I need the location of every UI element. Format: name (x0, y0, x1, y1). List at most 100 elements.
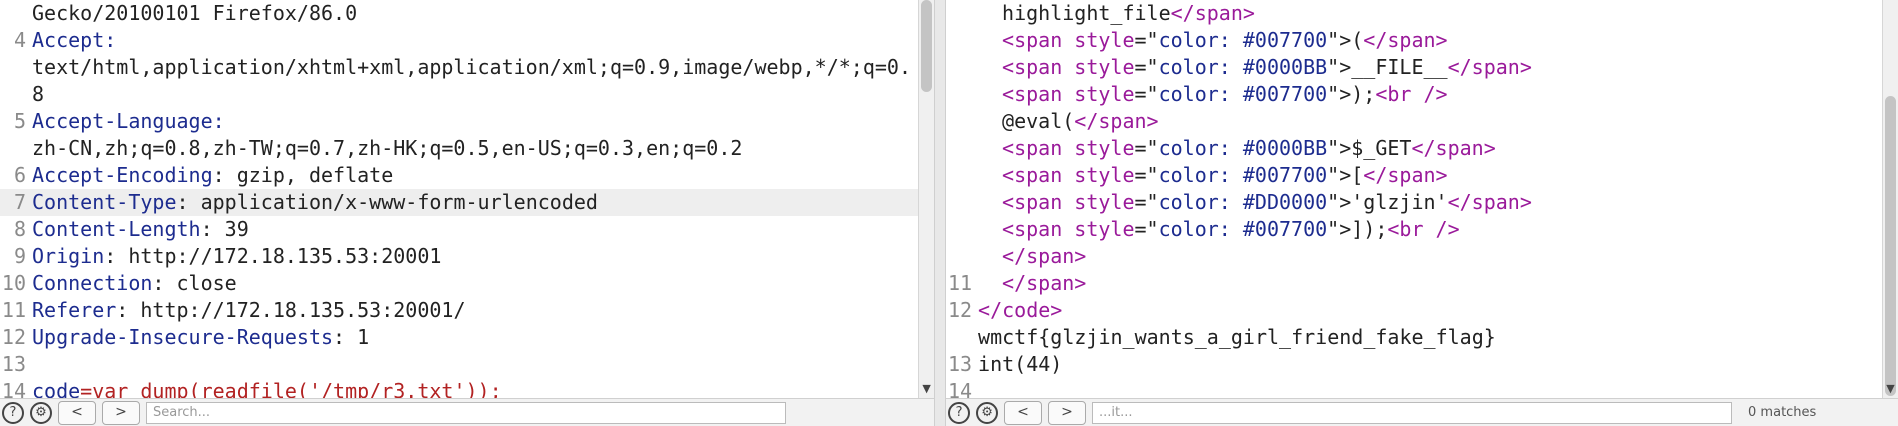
code-token: </span> (1002, 244, 1087, 268)
line-number (946, 324, 978, 351)
line-number: 7 (13, 190, 26, 214)
code-token: <span (1002, 136, 1075, 160)
line-number (0, 135, 32, 162)
line-number (0, 81, 32, 108)
code-token: : close (152, 271, 237, 295)
settings-icon[interactable]: ⚙ (976, 401, 999, 424)
code-token: <span (1002, 217, 1075, 241)
request-line: 11 Referer: http://172.18.135.53:20001/ (0, 297, 918, 324)
code-token: color: #DD0000 (1158, 190, 1328, 214)
code-token: style (1074, 28, 1135, 52)
response-line: <span style="color: #007700">(</span> (946, 27, 1882, 54)
line-content: <span style="color: #007700">(</span> (978, 27, 1882, 54)
response-line: 14 (946, 378, 1882, 398)
next-match-button[interactable]: > (102, 400, 140, 425)
code-token: color: #007700 (1158, 28, 1328, 52)
code-token: =" (1134, 217, 1159, 241)
line-content: </span> (978, 243, 1882, 270)
previous-match-button[interactable]: < (1004, 400, 1043, 425)
code-token: : 1 (333, 325, 370, 349)
line-content: <span style="color: #007700">]);<br /> (978, 216, 1882, 243)
line-number: 10 (1, 271, 26, 295)
help-icon[interactable]: ? (948, 401, 971, 424)
code-token: ">$_GET (1327, 136, 1412, 160)
request-line: 12 Upgrade-Insecure-Requests: 1 (0, 324, 918, 351)
line-number (0, 0, 32, 27)
line-number: 9 (13, 244, 26, 268)
code-token: ">'glzjin' (1327, 190, 1448, 214)
code-token: style (1074, 55, 1135, 79)
request-editor[interactable]: Gecko/20100101 Firefox/86.0 4 Accept: text/… (0, 0, 919, 398)
code-token: Accept-Encoding (32, 163, 213, 187)
line-content: <span style="color: #DD0000">'glzjin'</s… (978, 189, 1882, 216)
code-token: color: #007700 (1158, 163, 1328, 187)
request-search-input[interactable]: Search... (146, 401, 786, 424)
previous-match-button[interactable]: < (58, 400, 96, 425)
line-content: Referer: http://172.18.135.53:20001/ (32, 297, 918, 324)
code-token: color: #0000BB (1158, 55, 1328, 79)
code-token: code (32, 379, 81, 398)
line-content: <span style="color: #0000BB">__FILE__</s… (978, 54, 1882, 81)
line-content: </span> (978, 270, 1882, 297)
request-scrollbar[interactable]: ▼ (918, 0, 935, 398)
response-search-input[interactable]: ...it... (1092, 401, 1733, 424)
code-token: <span (1002, 55, 1075, 79)
code-token: </span> (1074, 109, 1159, 133)
match-count: 0 matches (1748, 405, 1817, 420)
response-line: <span style="color: #0000BB">__FILE__</s… (946, 54, 1882, 81)
line-number (946, 108, 978, 135)
code-token: <br /> (1375, 82, 1448, 106)
line-content: wmctf{glzjin_wants_a_girl_friend_fake_fl… (978, 324, 1882, 351)
response-editor[interactable]: highlight_file</span> <span style="color:… (946, 0, 1882, 398)
pane-divider[interactable] (934, 0, 947, 426)
line-number (946, 135, 978, 162)
scroll-down-icon[interactable]: ▼ (1883, 380, 1898, 398)
line-content: @eval(</span> (978, 108, 1882, 135)
code-token: Origin (32, 244, 105, 268)
line-content: </code> (978, 297, 1882, 324)
response-line: <span style="color: #007700">);<br /> (946, 81, 1882, 108)
code-token: ">); (1327, 82, 1376, 106)
code-token: </span> (1170, 1, 1255, 25)
line-content: 8 (32, 81, 918, 108)
line-number: 11 (947, 271, 973, 295)
line-content: Origin: http://172.18.135.53:20001 (32, 243, 918, 270)
code-token: Gecko/20100101 Firefox/86.0 (32, 1, 358, 25)
line-content: <span style="color: #007700">[</span> (978, 162, 1882, 189)
response-scrollbar[interactable]: ▼ (1882, 0, 1898, 398)
line-content: Content-Type: application/x-www-form-url… (32, 189, 918, 216)
line-content: zh-CN,zh;q=0.8,zh-TW;q=0.7,zh-HK;q=0.5,e… (32, 135, 918, 162)
line-number (946, 81, 978, 108)
request-line: 6 Accept-Encoding: gzip, deflate (0, 162, 918, 189)
response-line: <span style="color: #DD0000">'glzjin'</s… (946, 189, 1882, 216)
code-token: =" (1134, 163, 1159, 187)
line-content: Accept-Language: (32, 108, 918, 135)
response-pane: highlight_file</span> <span style="color:… (946, 0, 1898, 426)
line-number (946, 216, 978, 243)
response-scroll-thumb[interactable] (1885, 96, 1896, 396)
settings-icon[interactable]: ⚙ (30, 401, 52, 424)
code-token: ">[ (1327, 163, 1364, 187)
code-token: wmctf{glzjin_wants_a_girl_friend_fake_fl… (978, 325, 1496, 349)
request-line: zh-CN,zh;q=0.8,zh-TW;q=0.7,zh-HK;q=0.5,e… (0, 135, 918, 162)
code-token: Upgrade-Insecure-Requests (32, 325, 334, 349)
line-number: 12 (1, 325, 26, 349)
line-number (946, 243, 978, 270)
code-token: 8 (32, 82, 45, 106)
code-token: style (1074, 82, 1135, 106)
code-token: zh-CN,zh;q=0.8,zh-TW;q=0.7,zh-HK;q=0.5,e… (32, 136, 743, 160)
response-line: highlight_file</span> (946, 0, 1882, 27)
help-icon[interactable]: ? (2, 401, 24, 424)
code-token: =var_dump(readfile('/tmp/r3.txt')); (80, 379, 502, 398)
next-match-button[interactable]: > (1048, 400, 1087, 425)
request-line: 8 Content-Length: 39 (0, 216, 918, 243)
code-token: </span> (1447, 190, 1532, 214)
line-content: <span style="color: #0000BB">$_GET</span… (978, 135, 1882, 162)
request-scroll-thumb[interactable] (921, 0, 933, 92)
code-token: ">__FILE__ (1327, 55, 1448, 79)
code-token: @eval( (1002, 109, 1075, 133)
code-token: color: #0000BB (1158, 136, 1328, 160)
code-token: <span (1002, 82, 1075, 106)
line-content: Accept: (32, 27, 918, 54)
scroll-down-icon[interactable]: ▼ (919, 380, 934, 398)
